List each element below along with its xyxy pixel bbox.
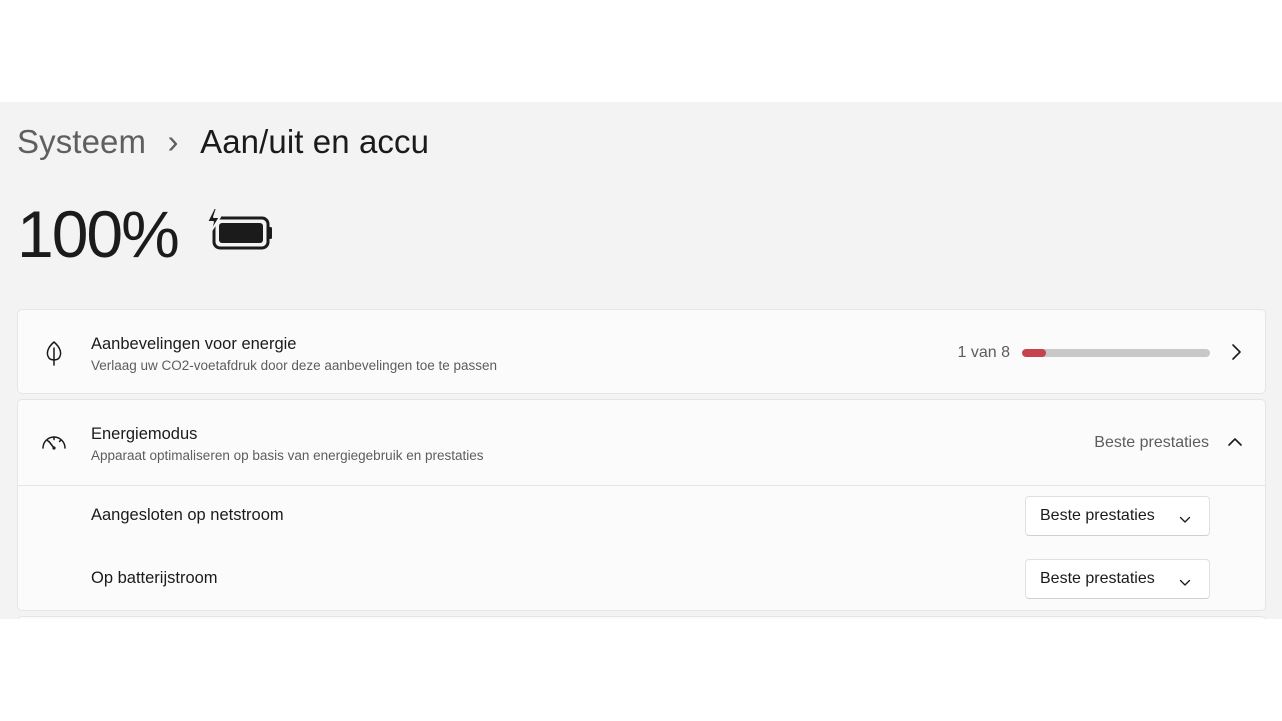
power-mode-current-value: Beste prestaties [1094, 434, 1209, 451]
breadcrumb-separator: › [167, 123, 179, 160]
plugged-in-label: Aangesloten op netstroom [91, 506, 284, 524]
recommendations-count: 1 van 8 [957, 344, 1010, 361]
recommendations-progress-bar [1022, 349, 1210, 357]
page-title: Aan/uit en accu [200, 123, 430, 160]
recommendations-progress-fill [1022, 349, 1046, 357]
chevron-right-icon [1229, 343, 1243, 366]
chevron-up-icon[interactable] [1227, 435, 1243, 453]
on-battery-mode-dropdown[interactable]: Beste prestaties [1025, 559, 1210, 599]
energy-recommendations-card[interactable]: Aanbevelingen voor energie Verlaag uw CO… [17, 309, 1266, 394]
plugged-in-mode-dropdown[interactable]: Beste prestaties [1025, 496, 1210, 536]
power-mode-subtitle: Apparaat optimaliseren op basis van ener… [91, 448, 484, 463]
next-settings-card[interactable] [17, 616, 1266, 619]
on-battery-mode-value: Beste prestaties [1040, 570, 1155, 587]
breadcrumb-parent-link[interactable]: Systeem [17, 123, 146, 161]
power-mode-plugged-in-row: Aangesloten op netstroom Beste prestatie… [18, 486, 1265, 549]
settings-page: Systeem › Aan/uit en accu 100% Aanbeveli… [0, 102, 1282, 619]
power-mode-battery-row: Op batterijstroom Beste prestaties [18, 549, 1265, 612]
power-mode-header[interactable]: Energiemodus Apparaat optimaliseren op b… [18, 400, 1265, 485]
plugged-in-mode-value: Beste prestaties [1040, 507, 1155, 524]
battery-status: 100% [17, 197, 274, 271]
on-battery-label: Op batterijstroom [91, 569, 218, 587]
power-mode-card: Energiemodus Apparaat optimaliseren op b… [17, 399, 1266, 611]
chevron-down-icon [1179, 574, 1191, 592]
chevron-down-icon [1179, 511, 1191, 529]
battery-charging-icon [204, 206, 274, 257]
recommendations-subtitle: Verlaag uw CO2-voetafdruk door deze aanb… [91, 358, 498, 373]
breadcrumb: Systeem › Aan/uit en accu [17, 120, 429, 164]
recommendations-title: Aanbevelingen voor energie [91, 335, 297, 353]
battery-percentage: 100% [17, 197, 180, 271]
gauge-icon [40, 429, 68, 457]
power-mode-title: Energiemodus [91, 425, 198, 443]
leaf-icon [40, 339, 68, 367]
